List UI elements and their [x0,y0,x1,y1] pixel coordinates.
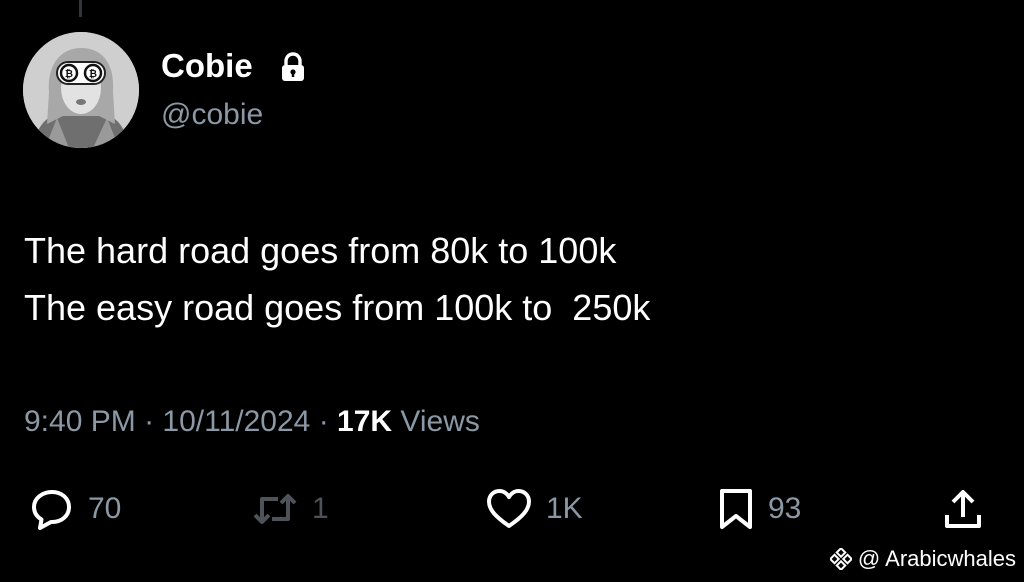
share-button[interactable] [942,486,984,532]
reply-button[interactable]: 70 [30,486,121,532]
lock-icon [282,52,304,81]
avatar[interactable]: ₿ ₿ [23,32,139,148]
watermark-text: @ Arabicwhales [857,546,1016,571]
retweet-button[interactable]: 1 [252,486,329,532]
views-count: 17K [337,405,393,438]
tweet-text: The hard road goes from 80k to 100k The e… [24,222,650,336]
watermark: @ Arabicwhales [829,546,1016,572]
bookmark-button[interactable]: 93 [718,486,801,532]
retweet-icon [253,494,297,524]
meta-separator: · [144,405,155,438]
thread-connector-line [79,0,82,17]
bookmark-icon [720,489,752,529]
views-label: Views [400,405,480,438]
tweet-time[interactable]: 9:40 PM [24,405,136,438]
tweet-text-line: The easy road goes from 100k to 250k [24,287,651,328]
like-count: 1K [546,492,583,525]
svg-text:₿: ₿ [89,68,97,80]
tweet-meta: 9:40 PM · 10/11/2024 · 17K Views [24,400,480,444]
reply-count: 70 [88,492,122,525]
author-handle[interactable]: @cobie [161,96,263,134]
retweet-count: 1 [312,492,329,525]
heart-icon [487,489,531,528]
tweet-date[interactable]: 10/11/2024 [162,405,310,438]
meta-separator: · [318,405,329,438]
svg-text:₿: ₿ [65,68,73,80]
tweet-text-line: The hard road goes from 80k to 100k [24,230,617,271]
author-name[interactable]: Cobie [161,46,253,86]
like-button[interactable]: 1K [486,486,583,532]
binance-icon [829,548,852,570]
share-icon [945,490,981,528]
reply-icon [32,490,71,530]
bookmark-count: 93 [768,492,802,525]
